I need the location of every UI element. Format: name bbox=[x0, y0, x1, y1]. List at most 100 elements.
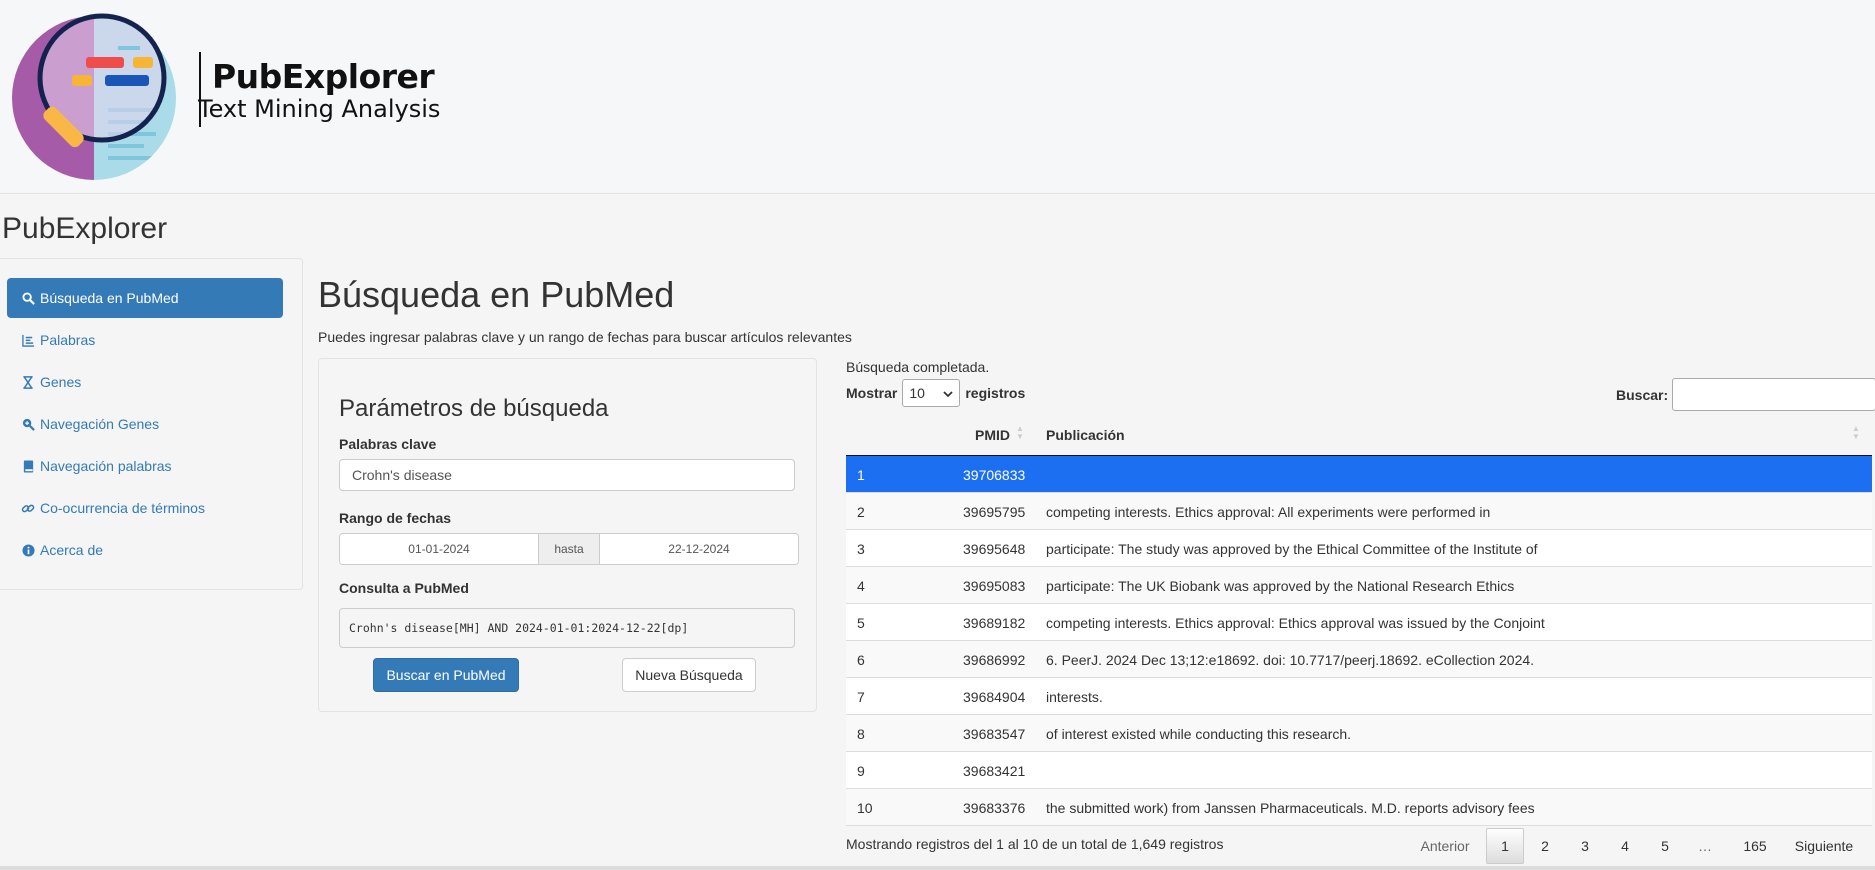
app-title: PubExplorer bbox=[2, 212, 168, 245]
link-icon bbox=[21, 501, 35, 515]
table-header: PMID ▲ ▼ Publicación ▲ ▼ bbox=[846, 415, 1872, 456]
pagination-page[interactable]: 165 bbox=[1734, 828, 1776, 864]
sidebar-item-label: Navegación palabras bbox=[40, 458, 172, 474]
publication-cell: 6. PeerJ. 2024 Dec 13;12:e18692. doi: 10… bbox=[1046, 652, 1535, 668]
page-description: Puedes ingresar palabras clave y un rang… bbox=[318, 329, 852, 345]
row-number-cell: 10 bbox=[857, 800, 873, 816]
length-select[interactable]: 10 bbox=[902, 379, 961, 407]
header: PubExplorer Text Mining Analysis bbox=[0, 0, 1875, 194]
logo-title: PubExplorer bbox=[212, 57, 435, 96]
search-plus-icon bbox=[21, 417, 35, 431]
row-number-cell: 4 bbox=[857, 578, 865, 594]
chevron-down-icon bbox=[943, 385, 953, 401]
table-search: Buscar: bbox=[1616, 378, 1875, 411]
pmid-cell: 39695648 bbox=[963, 541, 1026, 557]
table-row[interactable]: 8 39683547 of interest existed while condu… bbox=[846, 715, 1872, 752]
pagination-next[interactable]: Siguiente bbox=[1786, 828, 1862, 864]
bar-chart-icon bbox=[21, 333, 35, 347]
page-title: Búsqueda en PubMed bbox=[318, 274, 675, 315]
row-number-cell: 7 bbox=[857, 689, 865, 705]
pagination-page[interactable]: 3 bbox=[1566, 828, 1604, 864]
search-icon bbox=[21, 291, 35, 305]
new-search-button[interactable]: Nueva Búsqueda bbox=[622, 658, 756, 692]
sidebar-item-label: Genes bbox=[40, 374, 82, 390]
date-separator: hasta bbox=[538, 534, 600, 564]
table-row[interactable]: 1 39706833 bbox=[846, 456, 1872, 493]
publication-cell: of interest existed while conducting thi… bbox=[1046, 726, 1352, 742]
table-row[interactable]: 7 39684904 interests. bbox=[846, 678, 1872, 715]
publication-cell: participate: The UK Biobank was approved… bbox=[1046, 578, 1515, 594]
pmid-cell: 39706833 bbox=[963, 467, 1026, 483]
query-output: Crohn's disease[MH] AND 2024-01-01:2024-… bbox=[339, 608, 795, 648]
sort-icon: ▲ ▼ bbox=[1016, 424, 1024, 441]
results-table: PMID ▲ ▼ Publicación ▲ ▼ 1 39706833 2 3969579… bbox=[846, 415, 1872, 826]
pmid-cell: 39683376 bbox=[963, 800, 1026, 816]
row-number-cell: 8 bbox=[857, 726, 865, 742]
row-number-cell: 9 bbox=[857, 763, 865, 779]
daterange-input: 01-01-2024 hasta 22-12-2024 bbox=[339, 533, 799, 565]
table-search-input[interactable] bbox=[1672, 378, 1875, 411]
search-pubmed-button[interactable]: Buscar en PubMed bbox=[373, 658, 519, 692]
table-row[interactable]: 10 39683376 the submitted work) from Janss… bbox=[846, 789, 1872, 826]
panel-title: Parámetros de búsqueda bbox=[339, 395, 609, 422]
sidebar-item-palabras[interactable]: Palabras bbox=[7, 320, 283, 360]
search-params-panel: Parámetros de búsqueda Palabras clave Cr… bbox=[318, 358, 817, 712]
sidebar-item-navegacion-palabras[interactable]: Navegación palabras bbox=[7, 446, 283, 486]
date-end-input[interactable]: 22-12-2024 bbox=[600, 534, 798, 564]
sidebar-item-genes[interactable]: Genes bbox=[7, 362, 283, 402]
pagination-previous[interactable]: Anterior bbox=[1410, 828, 1480, 864]
pagination-page[interactable]: 4 bbox=[1606, 828, 1644, 864]
sidebar-item-label: Navegación Genes bbox=[40, 416, 160, 432]
pagination-ellipsis: … bbox=[1698, 838, 1712, 854]
pmid-cell: 39695795 bbox=[963, 504, 1026, 520]
column-header-publicacion[interactable]: Publicación bbox=[1046, 427, 1125, 443]
logo-subtitle: Text Mining Analysis bbox=[198, 95, 441, 123]
table-row[interactable]: 3 39695648 participate: The study was appr… bbox=[846, 530, 1872, 567]
info-circle-icon bbox=[21, 543, 35, 557]
pmid-cell: 39689182 bbox=[963, 615, 1026, 631]
magnifier-logo-icon bbox=[12, 13, 176, 180]
publication-cell: competing interests. Ethics approval: Al… bbox=[1046, 504, 1491, 520]
book-icon bbox=[21, 459, 35, 473]
pmid-cell: 39683421 bbox=[963, 763, 1026, 779]
sidebar: Búsqueda en PubMed Palabras Genes Navega… bbox=[0, 258, 303, 590]
table-body: 1 39706833 2 39695795 competing interests. E… bbox=[846, 456, 1872, 826]
row-number-cell: 1 bbox=[857, 467, 865, 483]
column-header-pmid[interactable]: PMID bbox=[975, 427, 1010, 443]
sidebar-item-label: Co-ocurrencia de términos bbox=[40, 500, 205, 516]
sort-icon: ▲ ▼ bbox=[1852, 424, 1860, 441]
sidebar-item-acerca-de[interactable]: Acerca de bbox=[7, 530, 283, 570]
table-row[interactable]: 2 39695795 competing interests. Ethics app… bbox=[846, 493, 1872, 530]
sidebar-item-label: Acerca de bbox=[40, 542, 104, 558]
table-row[interactable]: 4 39695083 participate: The UK Biobank was… bbox=[846, 567, 1872, 604]
table-row[interactable]: 5 39689182 competing interests. Ethics app… bbox=[846, 604, 1872, 641]
keywords-input[interactable]: Crohn's disease bbox=[339, 459, 795, 491]
row-number-cell: 3 bbox=[857, 541, 865, 557]
pagination-page[interactable]: 2 bbox=[1526, 828, 1564, 864]
pagination-page[interactable]: 1 bbox=[1486, 828, 1524, 864]
table-info: Mostrando registros del 1 al 10 de un to… bbox=[846, 836, 1224, 852]
publication-cell: competing interests. Ethics approval: Et… bbox=[1046, 615, 1545, 631]
table-row[interactable]: 9 39683421 bbox=[846, 752, 1872, 789]
pmid-cell: 39684904 bbox=[963, 689, 1026, 705]
publication-cell: participate: The study was approved by t… bbox=[1046, 541, 1538, 557]
date-start-input[interactable]: 01-01-2024 bbox=[340, 534, 538, 564]
length-control: Mostrar 10 registros bbox=[846, 379, 1025, 407]
row-number-cell: 5 bbox=[857, 615, 865, 631]
bottom-border bbox=[0, 866, 1875, 870]
status-text: Búsqueda completada. bbox=[846, 359, 990, 375]
table-row[interactable]: 6 39686992 6. PeerJ. 2024 Dec 13;12:e18692… bbox=[846, 641, 1872, 678]
hourglass-icon bbox=[21, 375, 35, 389]
pmid-cell: 39683547 bbox=[963, 726, 1026, 742]
sidebar-item-busqueda-pubmed[interactable]: Búsqueda en PubMed bbox=[7, 278, 283, 318]
row-number-cell: 6 bbox=[857, 652, 865, 668]
sidebar-item-label: Búsqueda en PubMed bbox=[40, 290, 179, 306]
pagination-page[interactable]: 5 bbox=[1646, 828, 1684, 864]
query-label: Consulta a PubMed bbox=[339, 580, 469, 596]
sidebar-item-navegacion-genes[interactable]: Navegación Genes bbox=[7, 404, 283, 444]
length-value: 10 bbox=[909, 385, 925, 401]
logo: PubExplorer Text Mining Analysis bbox=[12, 12, 442, 182]
sidebar-item-co-ocurrencia[interactable]: Co-ocurrencia de términos bbox=[7, 488, 283, 528]
sidebar-item-label: Palabras bbox=[40, 332, 96, 348]
keywords-label: Palabras clave bbox=[339, 436, 437, 452]
